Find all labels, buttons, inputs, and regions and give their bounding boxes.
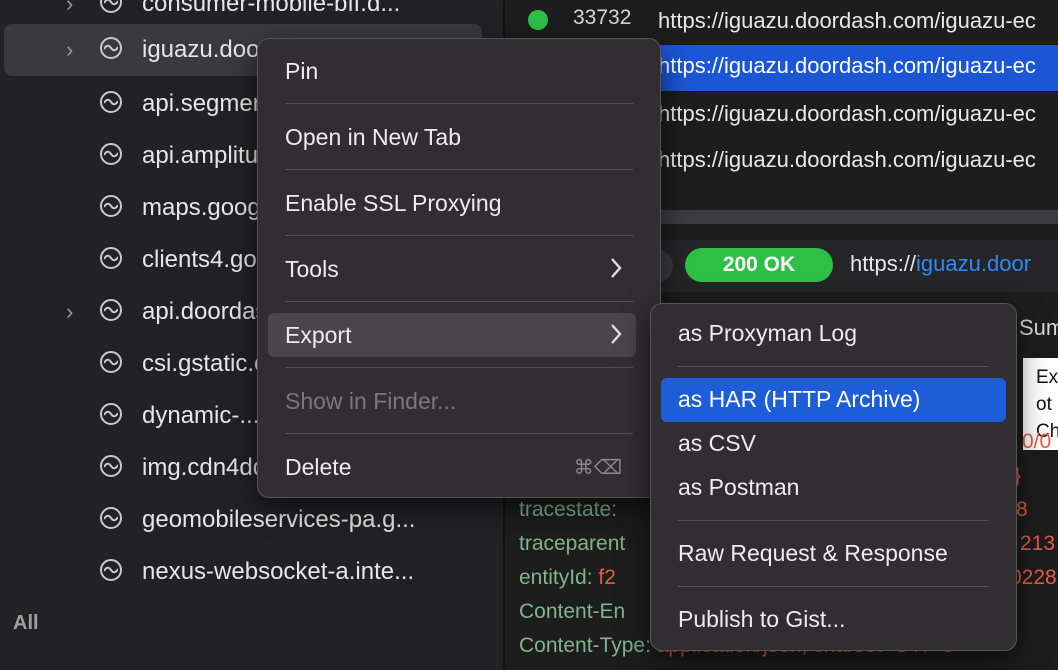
domain-icon [100,299,122,321]
chevron-right-icon[interactable]: › [66,39,80,61]
submenu-item-publish-to-gist[interactable]: Publish to Gist... [661,598,1006,642]
tooltip-line: Ex [1036,367,1058,388]
menu-item-export[interactable]: Export [268,313,636,357]
header-key: entityId: [519,566,593,589]
header-key: Content-Type: [519,634,651,657]
chevron-right-icon [611,324,622,344]
domain-icon [100,247,122,269]
menu-item-label: Delete [285,454,352,480]
detail-url-host: iguazu.door [916,251,1032,276]
domain-icon [100,143,122,165]
menu-item-pin[interactable]: Pin [268,49,636,93]
chevron-right-icon [611,258,622,278]
sidebar-item[interactable]: nexus-websocket-a.inte... [0,546,503,598]
menu-separator [678,586,988,587]
section-label-all[interactable]: All [13,612,39,635]
menu-item-open-in-new-tab[interactable]: Open in New Tab [268,115,636,159]
submenu-item-label: as Proxyman Log [678,320,857,346]
menu-item-show-in-finder: Show in Finder... [268,379,636,423]
tab-summary[interactable]: Sum [1019,315,1058,341]
header-key: traceparent [519,532,626,555]
request-url: https://iguazu.doordash.com/iguazu-ec [658,53,1036,78]
menu-separator [285,235,633,236]
menu-item-label: Enable SSL Proxying [285,190,502,216]
menu-item-delete[interactable]: Delete ⌘⌫ [268,445,636,489]
menu-separator [285,367,633,368]
chevron-right-icon[interactable]: › [66,0,80,15]
chevron-right-icon[interactable]: › [66,301,80,323]
domain-icon [100,507,122,529]
domain-icon [100,37,122,59]
menu-separator [285,433,633,434]
header-key: tracestate: [519,498,618,521]
status-dot [528,10,548,30]
domain-icon [100,559,122,581]
detail-url-prefix: https:// [850,251,917,276]
menu-separator [678,366,988,367]
header-row: entityId: f2 [519,566,616,590]
submenu-item-label: Raw Request & Response [678,540,948,566]
submenu-item-csv[interactable]: as CSV [661,422,1006,466]
submenu-item-label: as HAR (HTTP Archive) [678,386,921,412]
menu-item-label: Tools [285,256,339,282]
menu-separator [285,103,633,104]
sidebar-item-label: geomobileservices-pa.g... [142,506,416,533]
submenu-item-label: as CSV [678,430,756,456]
submenu-item-proxyman-log[interactable]: as Proxyman Log [661,312,1006,356]
request-id: 33732 [573,6,632,29]
menu-item-label: Pin [285,58,319,84]
menu-item-label: Show in Finder... [285,388,457,414]
submenu-item-raw-request-response[interactable]: Raw Request & Response [661,532,1006,576]
header-row: traceparent [519,532,625,556]
header-value: 0/0 [1022,430,1052,453]
sidebar-item[interactable]: geomobileservices-pa.g... [0,494,503,546]
menu-separator [285,301,633,302]
submenu-item-postman[interactable]: as Postman [661,466,1006,510]
domain-icon [100,195,122,217]
domain-icon [100,0,122,13]
status-badge: 200 OK [685,248,833,282]
tooltip-line: ot [1036,394,1052,415]
export-submenu: as Proxyman Log as HAR (HTTP Archive) as… [650,303,1017,651]
submenu-item-label: Publish to Gist... [678,606,846,632]
detail-url[interactable]: https://iguazu.door [850,251,1031,277]
sidebar-item-label: dynamic-... [142,402,260,429]
menu-item-enable-ssl-proxying[interactable]: Enable SSL Proxying [268,181,636,225]
sidebar-item-label: consumer-mobile-bff.d... [142,0,401,17]
domain-icon [100,91,122,113]
menu-item-label: Export [285,322,352,348]
sidebar-item-label: nexus-websocket-a.inte... [142,558,415,585]
request-url: https://iguazu.doordash.com/iguazu-ec [658,147,1036,172]
submenu-item-label: as Postman [678,474,800,500]
menu-item-label: Open in New Tab [285,124,462,150]
header-row: tracestate: [519,498,617,522]
header-value: 8 [1016,498,1028,521]
domain-icon [100,403,122,425]
menu-item-tools[interactable]: Tools [268,247,636,291]
header-value: 0228 [1010,566,1057,589]
submenu-item-har[interactable]: as HAR (HTTP Archive) [661,378,1006,422]
header-row: Content-En [519,600,625,624]
request-url: https://iguazu.doordash.com/iguazu-ec [658,101,1036,126]
menu-separator [285,169,633,170]
domain-icon [100,455,122,477]
keyboard-shortcut: ⌘⌫ [573,457,622,479]
header-key: Content-En [519,600,626,623]
context-menu: Pin Open in New Tab Enable SSL Proxying … [257,38,661,498]
header-value: 213 [1020,532,1056,555]
menu-separator [678,520,988,521]
request-url: https://iguazu.doordash.com/iguazu-ec [658,8,1036,33]
header-value: f2 [598,566,616,589]
domain-icon [100,351,122,373]
